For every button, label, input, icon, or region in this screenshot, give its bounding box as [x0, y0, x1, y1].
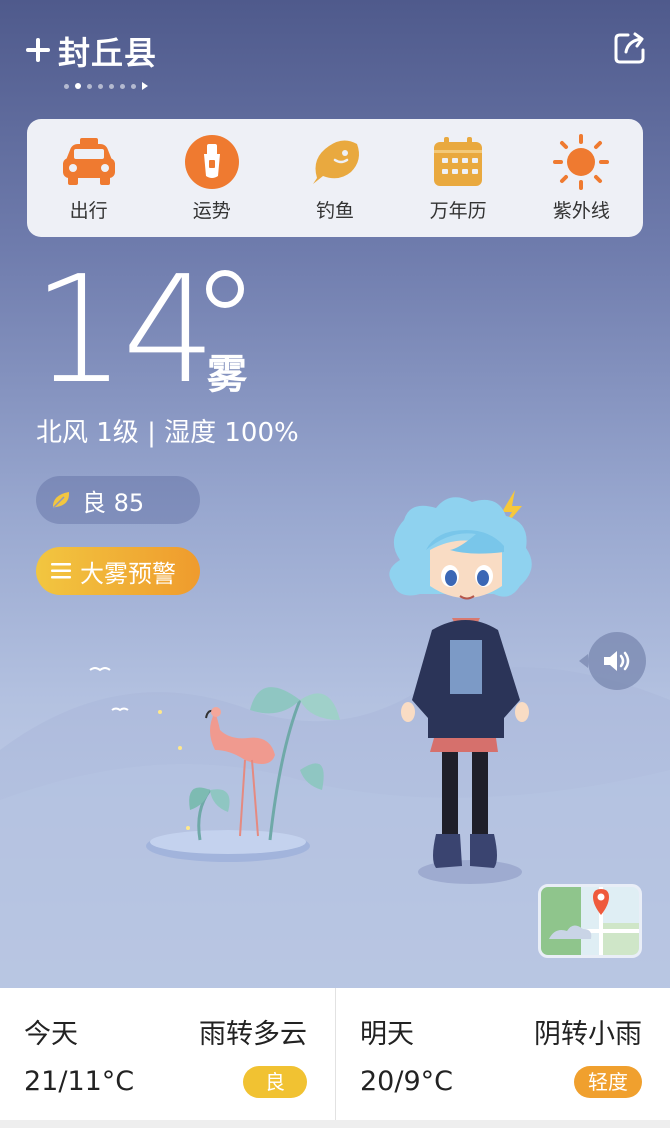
daily-forecast-panel: 今天 雨转多云 21/11°C 良 明天 阴转小雨 20/9°C 轻度 [0, 988, 670, 1128]
leaf-icon [52, 492, 70, 509]
page-dot [98, 83, 103, 89]
wind-humidity: 北风 1级 | 湿度 100% [36, 418, 299, 448]
fish-icon [305, 134, 365, 190]
forecast-condition: 阴转小雨 [534, 1019, 642, 1050]
tool-label: 紫外线 [552, 199, 610, 222]
aqi-badge[interactable]: 良 85 [36, 476, 200, 524]
current-temperature: 14 [32, 244, 216, 416]
tool-label: 出行 [69, 199, 108, 222]
avatar-character [389, 490, 532, 868]
page-dot [109, 83, 114, 89]
tool-uv[interactable]: 紫外线 [526, 133, 636, 223]
top-bar: 封丘县 [0, 0, 670, 100]
sun-icon [551, 133, 611, 190]
fortune-icon [182, 134, 242, 190]
forecast-temp: 21/11°C [24, 1066, 135, 1097]
page-dot [87, 83, 92, 89]
page-dot [120, 83, 125, 89]
forecast-today[interactable]: 今天 雨转多云 21/11°C 良 [0, 988, 335, 1128]
map-pin-icon [541, 887, 639, 955]
weather-map-thumbnail[interactable] [538, 884, 642, 958]
page-dot [64, 83, 69, 89]
current-condition: 雾 [207, 352, 247, 398]
location-arrow-icon [142, 82, 148, 90]
tool-calendar[interactable]: 万年历 [403, 134, 513, 223]
tool-travel[interactable]: 出行 [34, 134, 144, 223]
page-dot-active [75, 83, 81, 89]
page-dot [131, 83, 136, 89]
forecast-day: 今天 [24, 1019, 78, 1050]
forecast-aqi-badge: 良 [243, 1066, 307, 1098]
city-name[interactable]: 封丘县 [58, 28, 157, 74]
tool-bar: 出行 运势 钓鱼 万年历 紫外线 [27, 119, 643, 237]
forecast-temp: 20/9°C [360, 1066, 453, 1097]
tool-label: 运势 [192, 199, 231, 222]
car-icon [59, 134, 119, 190]
fog-warning-badge[interactable]: 大雾预警 [36, 547, 200, 595]
bottom-divider [0, 1120, 670, 1128]
tool-fortune[interactable]: 运势 [157, 134, 267, 223]
forecast-tomorrow[interactable]: 明天 阴转小雨 20/9°C 轻度 [335, 988, 670, 1128]
degree-symbol [206, 270, 244, 308]
fog-icon [51, 563, 71, 579]
tool-fishing[interactable]: 钓鱼 [280, 134, 390, 223]
speaker-icon [604, 651, 630, 671]
forecast-day: 明天 [360, 1019, 414, 1050]
calendar-icon [428, 134, 488, 190]
voice-broadcast-button[interactable] [579, 632, 646, 690]
tool-label: 钓鱼 [315, 199, 354, 222]
forecast-condition: 雨转多云 [199, 1019, 307, 1050]
share-icon[interactable] [612, 30, 648, 66]
page-indicator [64, 82, 148, 90]
warning-text: 大雾预警 [80, 559, 176, 588]
add-city-icon[interactable] [24, 36, 52, 64]
forecast-aqi-badge: 轻度 [574, 1066, 642, 1098]
tool-label: 万年历 [429, 199, 487, 222]
aqi-text: 良 85 [82, 488, 145, 517]
